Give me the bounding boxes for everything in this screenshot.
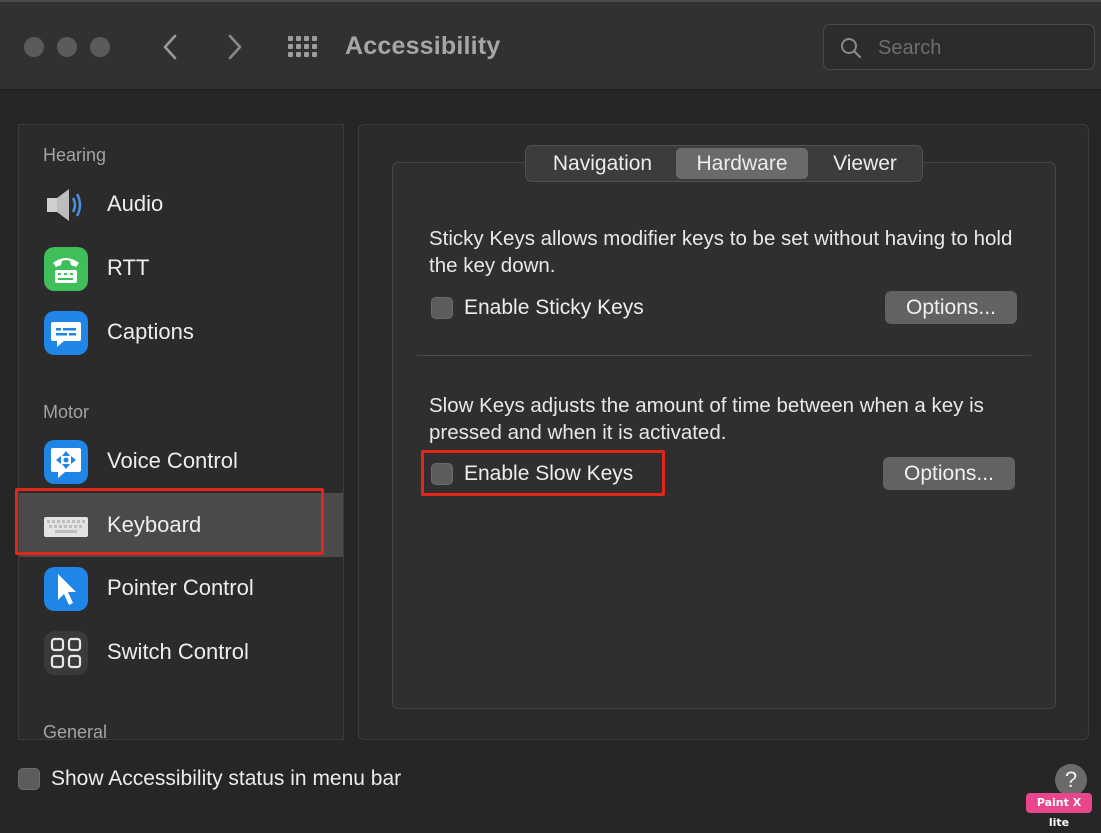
sidebar-item-label: Voice Control: [107, 448, 238, 473]
annotation-highlight-slow-keys: [421, 450, 665, 496]
captions-icon: [44, 311, 88, 355]
title-bar: Accessibility: [0, 0, 1101, 90]
search-icon: [841, 38, 862, 59]
sidebar-item-label: Pointer Control: [107, 575, 254, 600]
sidebar: Hearing Audio RTT Captions Motor Voice C…: [18, 124, 344, 740]
slow-keys-description: Slow Keys adjusts the amount of time bet…: [429, 394, 984, 444]
tty-icon: [44, 247, 88, 291]
sidebar-item-label: Captions: [107, 319, 194, 344]
sidebar-item-captions[interactable]: Captions: [19, 301, 343, 363]
tab-viewer[interactable]: Viewer: [810, 148, 920, 179]
search-field[interactable]: [823, 24, 1095, 70]
close-window-button[interactable]: [24, 37, 44, 57]
tab-navigation[interactable]: Navigation: [530, 148, 675, 179]
sidebar-item-label: RTT: [107, 255, 150, 280]
sticky-keys-label[interactable]: Enable Sticky Keys: [464, 296, 644, 320]
pointer-icon: [44, 567, 88, 611]
switch-control-icon: [44, 631, 88, 675]
content-panel: Sticky Keys allows modifier keys to be s…: [358, 124, 1089, 740]
paint-x-lite-watermark: Paint X lite: [1026, 793, 1092, 829]
window-title: Accessibility: [345, 32, 501, 60]
slow-keys-options-button[interactable]: Options...: [883, 457, 1015, 490]
annotation-highlight-keyboard: [15, 488, 324, 555]
chevron-left-icon: [163, 34, 177, 60]
sticky-keys-options-button[interactable]: Options...: [885, 291, 1017, 324]
help-button[interactable]: ?: [1055, 764, 1087, 796]
zoom-window-button[interactable]: [90, 37, 110, 57]
section-label-general: General: [43, 722, 108, 740]
speaker-icon: [47, 189, 82, 221]
sidebar-item-pointer-control[interactable]: Pointer Control: [19, 557, 343, 619]
sidebar-item-label: Switch Control: [107, 639, 249, 664]
show-status-label[interactable]: Show Accessibility status in menu bar: [51, 767, 401, 791]
section-label-motor: Motor: [43, 402, 90, 422]
section-label-hearing: Hearing: [43, 145, 107, 165]
minimize-window-button[interactable]: [57, 37, 77, 57]
show-status-checkbox[interactable]: [18, 768, 40, 790]
sidebar-item-audio[interactable]: Audio: [19, 173, 343, 235]
sidebar-item-rtt[interactable]: RTT: [19, 237, 343, 299]
voice-control-icon: [44, 440, 88, 484]
tab-hardware[interactable]: Hardware: [676, 148, 808, 179]
chevron-right-icon: [228, 34, 242, 60]
tab-bar: Navigation Hardware Viewer: [525, 145, 923, 182]
forward-button[interactable]: [219, 30, 249, 64]
sticky-keys-description: Sticky Keys allows modifier keys to be s…: [429, 227, 1013, 277]
divider: [417, 355, 1031, 356]
sidebar-item-voice-control[interactable]: Voice Control: [19, 430, 343, 492]
show-all-grid-button[interactable]: [286, 36, 320, 58]
hardware-tab-content: Sticky Keys allows modifier keys to be s…: [392, 162, 1056, 709]
sidebar-item-label: Audio: [107, 191, 164, 216]
search-input[interactable]: [876, 33, 1080, 63]
sticky-keys-checkbox[interactable]: [431, 297, 453, 319]
back-button[interactable]: [156, 30, 186, 64]
sidebar-item-switch-control[interactable]: Switch Control: [19, 621, 343, 683]
